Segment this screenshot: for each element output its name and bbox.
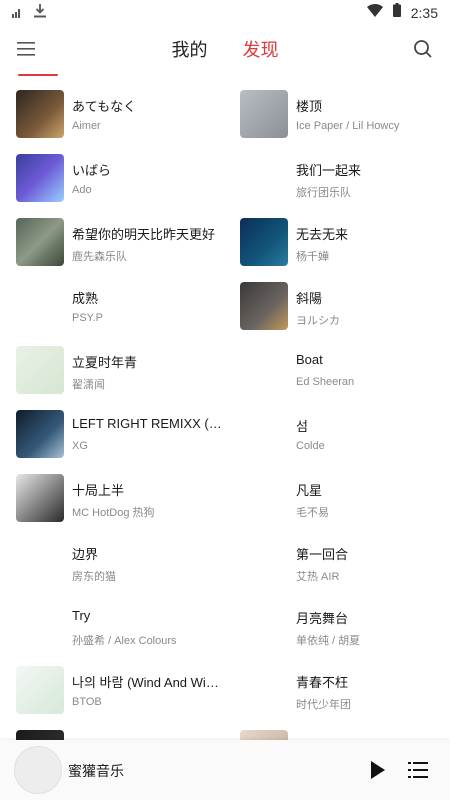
song-title: 希望你的明天比昨天更好 bbox=[72, 227, 216, 242]
song-title: いばら bbox=[72, 163, 112, 178]
song-item[interactable]: 楼顶 Ice Paper / Lil Howcy bbox=[240, 82, 450, 146]
song-item[interactable]: Try 孙盛希 / Alex Colours bbox=[16, 594, 231, 658]
song-item[interactable]: 立夏时年青 翟潇闻 bbox=[16, 338, 231, 402]
download-icon bbox=[34, 4, 46, 23]
album-cover bbox=[16, 346, 64, 394]
song-title: Boat bbox=[296, 352, 323, 367]
signal-bars-icon bbox=[12, 5, 22, 23]
song-title: 十局上半 bbox=[72, 483, 125, 498]
song-title: 斜陽 bbox=[296, 291, 323, 306]
song-artist: BTOB bbox=[72, 696, 102, 708]
song-item[interactable]: 我们一起来 旅行团乐队 bbox=[240, 146, 450, 210]
search-icon bbox=[414, 40, 432, 58]
top-bar: 我的 发现 bbox=[0, 28, 450, 72]
song-artist: 旅行团乐队 bbox=[296, 187, 351, 199]
album-cover bbox=[16, 410, 64, 458]
album-cover bbox=[240, 282, 288, 330]
player-title: 蜜獾音乐 bbox=[68, 763, 124, 779]
song-artist: Ice Paper / Lil Howcy bbox=[296, 120, 400, 132]
song-item[interactable]: 青春不枉 时代少年团 bbox=[240, 658, 450, 722]
song-item[interactable]: 斜陽 ヨルシカ bbox=[240, 274, 450, 338]
song-item[interactable]: 月亮舞台 单依纯 / 胡夏 bbox=[240, 594, 450, 658]
album-cover bbox=[16, 154, 64, 202]
album-cover bbox=[16, 474, 64, 522]
song-title: 成熟 bbox=[72, 291, 99, 306]
song-artist: 单依纯 / 胡夏 bbox=[296, 635, 361, 647]
song-title: LEFT RIGHT REMIXX (Remix) bbox=[72, 416, 222, 431]
song-artist: 艾热 AIR bbox=[296, 571, 340, 583]
song-grid[interactable]: あてもなく Aimer いばら Ado 希望你的明天比昨天更好 鹿先森乐队 成熟… bbox=[0, 82, 450, 742]
battery-icon bbox=[392, 3, 401, 22]
song-title: 나의 바람 (Wind And Wish) bbox=[72, 675, 222, 690]
wifi-icon bbox=[366, 3, 383, 22]
song-item[interactable]: Boat Ed Sheeran bbox=[240, 338, 450, 402]
song-title: 楼顶 bbox=[296, 99, 323, 114]
song-item[interactable]: 希望你的明天比昨天更好 鹿先森乐队 bbox=[16, 210, 231, 274]
song-title: 无去无来 bbox=[296, 227, 349, 242]
tab-mine[interactable]: 我的 bbox=[171, 36, 207, 62]
play-button[interactable] bbox=[368, 759, 388, 781]
album-cover bbox=[16, 218, 64, 266]
song-item[interactable] bbox=[16, 722, 231, 742]
song-artist: 房东的猫 bbox=[72, 571, 116, 583]
song-artist: MC HotDog 热狗 bbox=[72, 507, 155, 519]
song-item[interactable]: 섬 Colde bbox=[240, 402, 450, 466]
song-artist: PSY.P bbox=[72, 312, 103, 324]
song-artist: 杨千嬅 bbox=[296, 251, 329, 263]
song-artist: Ed Sheeran bbox=[296, 376, 355, 388]
song-artist: XG bbox=[72, 440, 88, 452]
song-artist: Ado bbox=[72, 184, 92, 196]
song-item[interactable] bbox=[240, 722, 450, 742]
tab-discover[interactable]: 发现 bbox=[243, 36, 279, 62]
song-item[interactable]: 凡星 毛不易 bbox=[240, 466, 450, 530]
song-item[interactable]: 나의 바람 (Wind And Wish) BTOB bbox=[16, 658, 231, 722]
song-title: 第一回合 bbox=[296, 547, 349, 562]
play-icon bbox=[371, 761, 385, 779]
song-item[interactable]: 无去无来 杨千嬅 bbox=[240, 210, 450, 274]
song-item[interactable]: 成熟 PSY.P bbox=[16, 274, 231, 338]
song-artist: ヨルシカ bbox=[296, 315, 340, 327]
song-title: 青春不枉 bbox=[296, 675, 349, 690]
album-cover bbox=[16, 90, 64, 138]
album-cover bbox=[240, 218, 288, 266]
song-artist: 鹿先森乐队 bbox=[72, 251, 127, 263]
song-item[interactable]: 第一回合 艾热 AIR bbox=[240, 530, 450, 594]
album-cover bbox=[16, 666, 64, 714]
mini-player[interactable]: 蜜獾音乐 bbox=[0, 740, 450, 800]
song-artist: 毛不易 bbox=[296, 507, 329, 519]
player-disc[interactable] bbox=[14, 746, 62, 794]
song-artist: Aimer bbox=[72, 120, 101, 132]
song-artist: Colde bbox=[296, 440, 325, 452]
album-cover bbox=[240, 90, 288, 138]
song-item[interactable]: 十局上半 MC HotDog 热狗 bbox=[16, 466, 231, 530]
song-artist: 翟潇闻 bbox=[72, 379, 105, 391]
song-title: 凡星 bbox=[296, 483, 323, 498]
song-item[interactable]: あてもなく Aimer bbox=[16, 82, 231, 146]
tabs: 我的 发现 bbox=[0, 36, 450, 62]
song-title: 边界 bbox=[72, 547, 99, 562]
song-title: Try bbox=[72, 608, 91, 623]
playlist-icon bbox=[408, 762, 428, 778]
song-title: あてもなく bbox=[72, 99, 137, 114]
song-item[interactable]: 边界 房东的猫 bbox=[16, 530, 231, 594]
song-title: 月亮舞台 bbox=[296, 611, 349, 626]
song-item[interactable]: LEFT RIGHT REMIXX (Remix) XG bbox=[16, 402, 231, 466]
song-artist: 时代少年团 bbox=[296, 699, 351, 711]
status-bar: 2:35 bbox=[0, 0, 450, 24]
song-artist: 孙盛希 / Alex Colours bbox=[72, 635, 177, 647]
song-title: 섬 bbox=[296, 419, 308, 434]
song-item[interactable]: いばら Ado bbox=[16, 146, 231, 210]
status-time: 2:35 bbox=[410, 4, 438, 21]
playlist-button[interactable] bbox=[408, 760, 430, 780]
song-title: 我们一起来 bbox=[296, 163, 362, 178]
search-button[interactable] bbox=[412, 38, 434, 60]
tab-indicator bbox=[18, 74, 58, 76]
song-title: 立夏时年青 bbox=[72, 355, 138, 370]
